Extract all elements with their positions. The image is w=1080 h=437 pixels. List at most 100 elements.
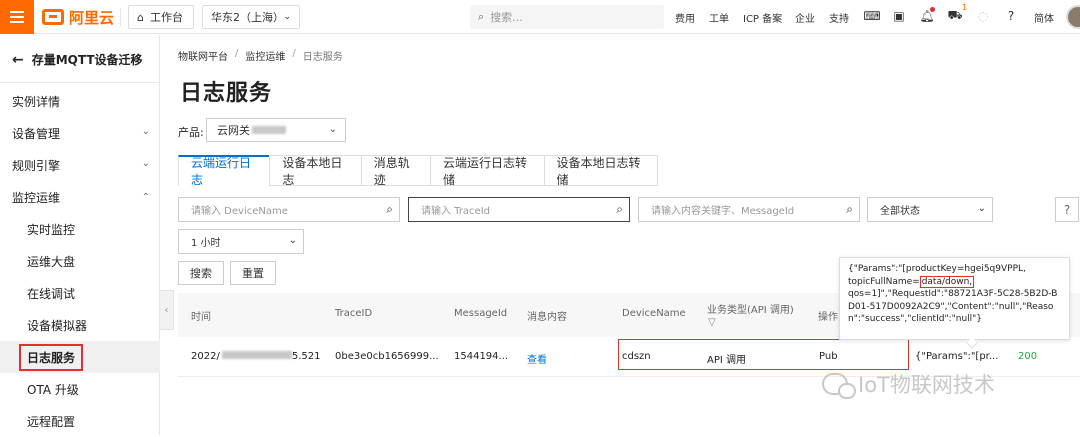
sidebar: ← 存量MQTT设备迁移 实例详情 设备管理 ⌄ 规则引擎 ⌄ 监控运维 ⌃ 实…	[0, 35, 160, 435]
status-select[interactable]: 全部状态 ⌄	[867, 197, 993, 222]
breadcrumb-iot-platform[interactable]: 物联网平台	[178, 48, 228, 63]
tooltip-line: topicFullName= data/down,	[848, 275, 1061, 289]
sidebar-item-log-service[interactable]: 日志服务	[0, 341, 160, 373]
filter-icon[interactable]: ▽	[708, 317, 716, 328]
product-value: 云网关	[217, 124, 250, 137]
sidebar-item-label: 监控运维	[12, 190, 61, 205]
sidebar-item-device-management[interactable]: 设备管理 ⌄	[0, 117, 160, 149]
sidebar-item-label: 在线调试	[27, 286, 76, 301]
avatar[interactable]	[1066, 5, 1080, 29]
sidebar-item-online-debug[interactable]: 在线调试	[0, 277, 160, 309]
tooltip-topic-label: topicFullName=	[848, 276, 920, 287]
tooltip-line: qos=1]","RequestId":"88721A3F-5C28-5B2D-…	[848, 289, 1058, 324]
global-search-input[interactable]: ⌕ 搜索...	[470, 5, 664, 29]
log-tabs: 云端运行日志 设备本地日志 消息轨迹 云端运行日志转储 设备本地日志转储	[178, 155, 658, 187]
language-switch[interactable]: 简体	[1034, 10, 1054, 25]
cell-time: 2022/5.521	[191, 351, 320, 362]
column-header-device-name: DeviceName	[622, 308, 686, 319]
menu-icon[interactable]	[0, 0, 34, 34]
help-icon[interactable]: ?	[1004, 9, 1018, 23]
sidebar-item-rule-engine[interactable]: 规则引擎 ⌄	[0, 149, 160, 181]
view-content-link[interactable]: 查看	[527, 351, 547, 366]
tab-device-local-log[interactable]: 设备本地日志	[269, 155, 361, 187]
redacted-text	[252, 126, 286, 134]
tab-cloud-log-dump[interactable]: 云端运行日志转储	[430, 155, 544, 187]
top-navigation-bar: 阿里云 ⌂ 工作台 华东2（上海） ⌄ ⌕ 搜索... 费用 工单 ICP 备案…	[0, 0, 1080, 34]
image-icon[interactable]: ▣	[892, 9, 906, 23]
breadcrumb-separator: /	[292, 48, 296, 59]
cart-icon[interactable]: ⛟	[947, 8, 962, 23]
chevron-down-icon: ⌄	[283, 12, 291, 22]
column-header-time: 时间	[191, 312, 211, 323]
cell-params[interactable]: {"Params":"[pr...	[915, 351, 998, 362]
tooltip-topic-highlight: data/down,	[919, 275, 975, 288]
question-icon: ?	[1063, 202, 1071, 217]
trace-id-input[interactable]: 请输入 TraceId ⌕	[408, 197, 630, 222]
column-header-biz-type: 业务类型(API 调用)	[707, 305, 794, 316]
chevron-left-icon: ‹	[164, 304, 169, 316]
help-button[interactable]: ?	[1055, 197, 1079, 222]
sidebar-item-device-simulator[interactable]: 设备模拟器	[0, 309, 160, 341]
search-icon[interactable]: ⌕	[616, 202, 623, 217]
time-prefix: 2022/	[191, 351, 220, 362]
time-range-value: 1 小时	[191, 238, 221, 249]
column-header-trace-id: TraceID	[335, 308, 373, 319]
sidebar-item-realtime-monitor[interactable]: 实时监控	[0, 213, 160, 245]
link-billing[interactable]: 费用	[675, 10, 695, 25]
notification-dot	[930, 7, 935, 12]
cart-badge: 1	[962, 3, 968, 12]
divider	[120, 8, 121, 26]
chevron-down-icon: ⌄	[328, 124, 337, 135]
search-icon: ⌕	[478, 10, 485, 23]
tab-message-trace[interactable]: 消息轨迹	[360, 155, 430, 187]
product-select[interactable]: 云网关 ⌄	[206, 118, 346, 142]
cloud-shell-icon[interactable]: ⌨	[863, 9, 880, 23]
time-range-select[interactable]: 1 小时 ⌄	[178, 229, 304, 254]
workbench-button[interactable]: ⌂ 工作台	[128, 5, 194, 29]
aliyun-logo-icon	[42, 9, 64, 25]
sidebar-item-remote-config[interactable]: 远程配置	[0, 405, 160, 437]
sidebar-item-label: 远程配置	[27, 414, 76, 429]
time-suffix: 5.521	[291, 351, 321, 362]
message-search-placeholder: 请输入内容关键字、MessageId	[651, 206, 795, 217]
logo-text: 阿里云	[69, 8, 115, 27]
tab-cloud-log[interactable]: 云端运行日志	[178, 155, 270, 187]
sidebar-item-ops-dashboard[interactable]: 运维大盘	[0, 245, 160, 277]
sidebar-collapse-handle[interactable]: ‹	[160, 290, 174, 330]
sidebar-item-monitoring[interactable]: 监控运维 ⌃	[0, 181, 160, 213]
back-button[interactable]: ← 存量MQTT设备迁移	[12, 51, 143, 68]
link-enterprise[interactable]: 企业	[795, 10, 815, 25]
chevron-up-icon: ⌃	[141, 192, 150, 203]
search-button[interactable]: 搜索	[178, 261, 224, 285]
sidebar-item-instance-detail[interactable]: 实例详情	[0, 85, 160, 117]
sidebar-item-label: 设备管理	[12, 126, 61, 141]
sidebar-item-ota[interactable]: OTA 升级	[0, 373, 160, 405]
status-value: 全部状态	[880, 206, 920, 217]
workbench-label: 工作台	[149, 11, 183, 24]
region-selector[interactable]: 华东2（上海） ⌄	[202, 5, 300, 29]
breadcrumb-monitoring[interactable]: 监控运维	[245, 48, 285, 63]
search-placeholder: 搜索...	[490, 11, 523, 24]
instance-title: 存量MQTT设备迁移	[31, 53, 143, 67]
sidebar-item-label: 实时监控	[27, 222, 76, 237]
reset-button[interactable]: 重置	[230, 261, 276, 285]
watermark-text: IoT物联网技术	[858, 373, 995, 397]
redacted-text	[221, 351, 292, 359]
trace-id-placeholder: 请输入 TraceId	[421, 206, 491, 217]
tab-device-log-dump[interactable]: 设备本地日志转储	[543, 155, 658, 187]
link-ticket[interactable]: 工单	[709, 10, 729, 25]
link-support[interactable]: 支持	[829, 10, 849, 25]
sidebar-item-label: OTA 升级	[27, 382, 79, 397]
message-search-input[interactable]: 请输入内容关键字、MessageId ⌕	[638, 197, 860, 222]
device-name-placeholder: 请输入 DeviceName	[191, 206, 288, 217]
params-tooltip: {"Params":"[productKey=hgei5q9VPPL, topi…	[839, 257, 1070, 340]
aliyun-logo[interactable]: 阿里云	[42, 7, 114, 27]
page-title: 日志服务	[180, 81, 273, 106]
watermark: IoT物联网技术	[822, 369, 995, 399]
link-icp[interactable]: ICP 备案	[743, 10, 782, 25]
search-icon[interactable]: ⌕	[846, 202, 853, 217]
lightbulb-icon[interactable]: ◌	[976, 9, 990, 23]
search-icon[interactable]: ⌕	[386, 202, 393, 217]
chevron-down-icon: ⌄	[141, 158, 150, 169]
device-name-input[interactable]: 请输入 DeviceName ⌕	[178, 197, 400, 222]
